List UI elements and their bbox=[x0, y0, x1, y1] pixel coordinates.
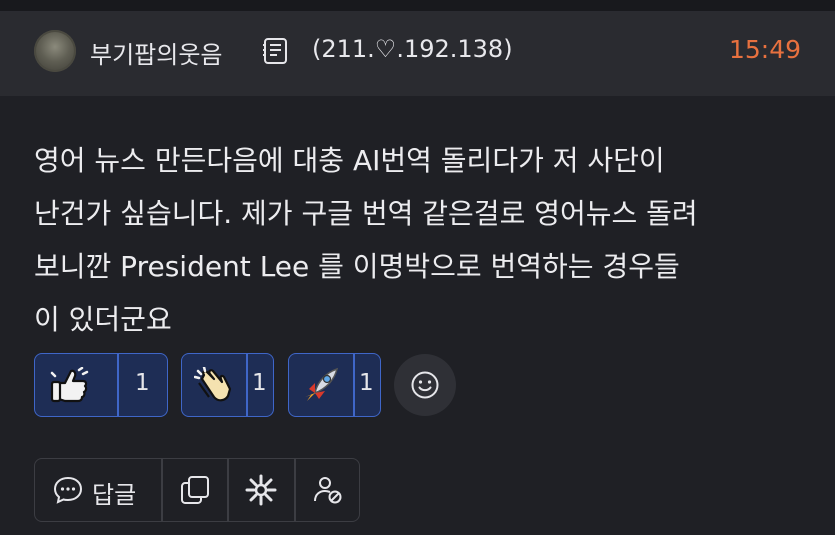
reaction-divider bbox=[246, 354, 248, 416]
sparkle-icon bbox=[244, 473, 278, 507]
reaction-divider bbox=[353, 354, 355, 416]
block-user-button[interactable] bbox=[295, 460, 358, 520]
top-divider bbox=[0, 0, 835, 12]
clapping-hands-icon bbox=[194, 367, 234, 403]
ip-address: (211.♡.192.138) bbox=[312, 35, 513, 63]
post-time: 15:49 bbox=[728, 35, 801, 64]
reply-label[interactable]: 답글 bbox=[92, 475, 136, 510]
reaction-thumbs-up-button[interactable]: 1 bbox=[34, 353, 168, 417]
comment-icon bbox=[52, 475, 84, 505]
copy-icon bbox=[179, 474, 211, 506]
reaction-clapping-button[interactable]: 1 bbox=[181, 353, 274, 417]
comment-line: 보니깐 President Lee 를 이명박으로 번역하는 경우들 bbox=[34, 250, 680, 283]
smiley-icon bbox=[411, 371, 439, 399]
copy-button[interactable] bbox=[162, 460, 226, 520]
rocket-icon bbox=[301, 367, 341, 403]
user-block-icon bbox=[313, 475, 343, 505]
comment-line: 영어 뉴스 만든다음에 대충 AI번역 돌리다가 저 사단이 bbox=[34, 144, 665, 177]
thumbs-up-icon bbox=[49, 367, 89, 403]
reaction-count: 1 bbox=[359, 370, 374, 396]
sparkle-button[interactable] bbox=[228, 460, 292, 520]
reaction-count: 1 bbox=[252, 370, 267, 396]
memo-icon[interactable] bbox=[262, 37, 290, 65]
reaction-count: 1 bbox=[135, 370, 150, 396]
reaction-divider bbox=[117, 354, 119, 416]
comment-body: 영어 뉴스 만든다음에 대충 AI번역 돌리다가 저 사단이 난건가 싶습니다.… bbox=[34, 134, 804, 346]
comment-line: 난건가 싶습니다. 제가 구글 번역 같은걸로 영어뉴스 돌려 bbox=[34, 197, 698, 230]
comment-line: 이 있더군요 bbox=[34, 303, 172, 336]
add-reaction-button[interactable] bbox=[394, 354, 456, 416]
author-name[interactable]: 부기팝의웃음 bbox=[90, 35, 222, 70]
reaction-rocket-button[interactable]: 1 bbox=[288, 353, 381, 417]
avatar[interactable] bbox=[34, 30, 76, 72]
